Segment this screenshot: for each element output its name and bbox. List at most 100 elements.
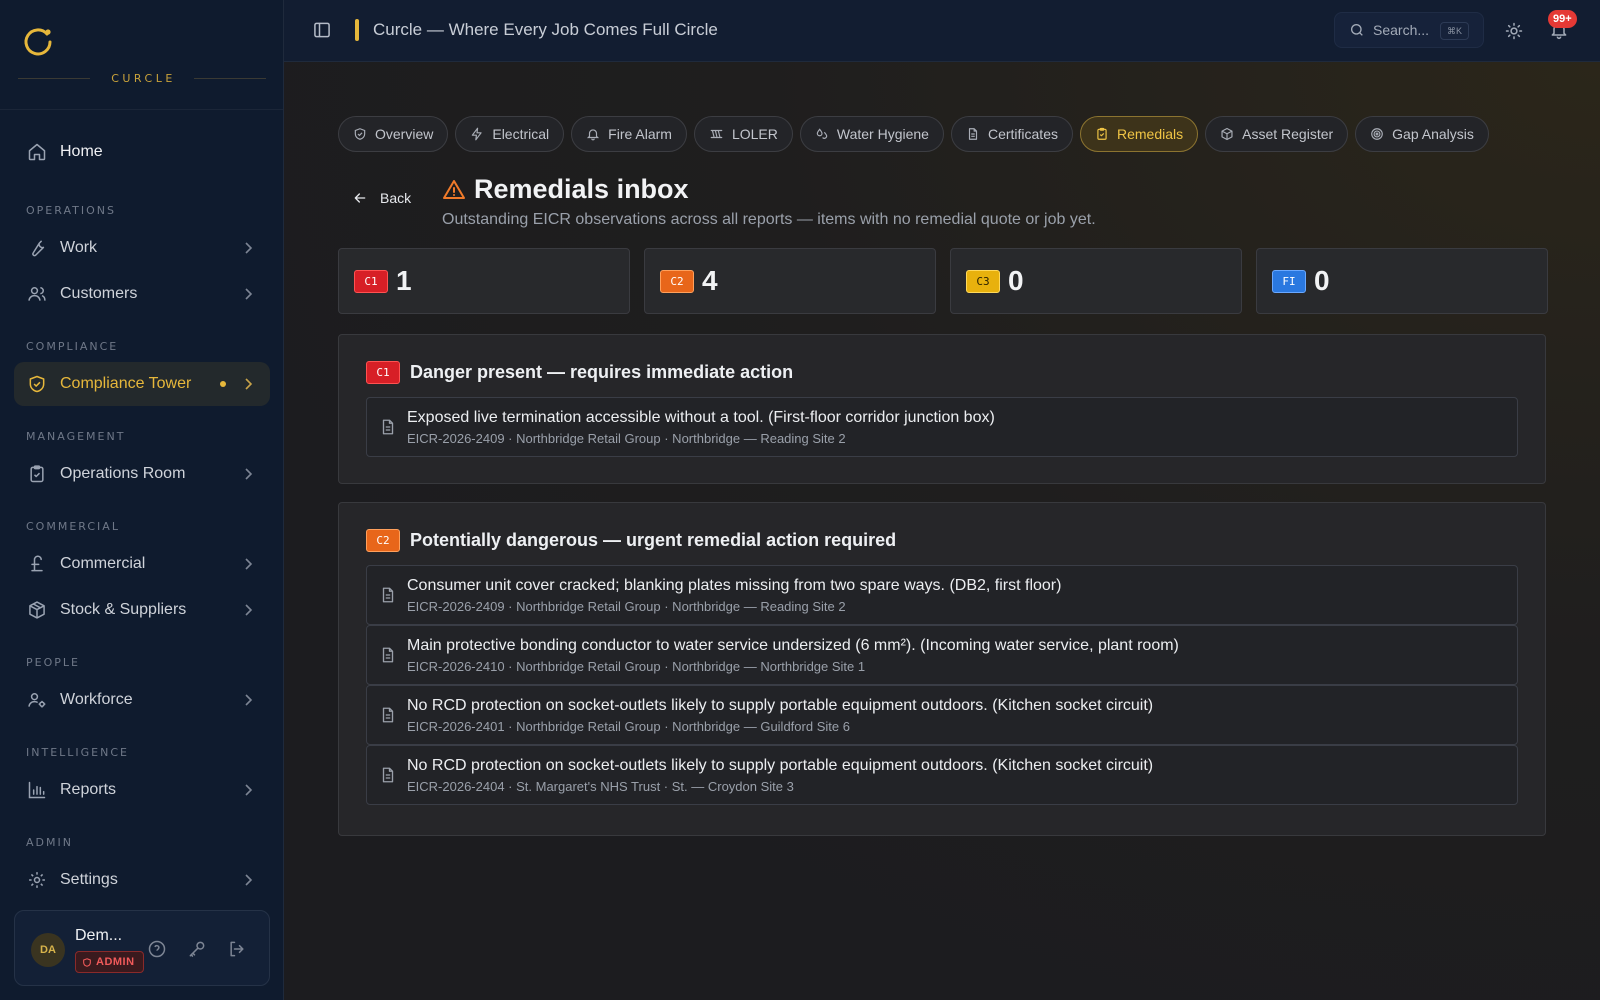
group-title: Potentially dangerous — urgent remedial …	[410, 530, 897, 550]
remedial-group-c1: C1 Danger present — requires immediate a…	[338, 334, 1546, 484]
package-icon	[26, 599, 48, 621]
back-button[interactable]: Back	[352, 190, 411, 206]
package-icon	[1221, 127, 1233, 141]
sidebar-item-label: Work	[60, 239, 98, 256]
stat-c1: C1 1	[338, 248, 630, 314]
sidebar-item-operations-room[interactable]: Operations Room	[14, 452, 270, 496]
zap-icon	[472, 127, 483, 141]
theme-toggle-sun-icon[interactable]	[1504, 21, 1524, 41]
stat-value: 1	[396, 265, 412, 296]
observation-text: Main protective bonding conductor to wat…	[407, 637, 1179, 654]
tab-asset-register[interactable]: Asset Register	[1205, 116, 1349, 152]
sidebar-item-commercial[interactable]: Commercial	[14, 542, 270, 586]
app-title: Curcle — Where Every Job Comes Full Circ…	[373, 20, 718, 39]
droplets-icon	[816, 128, 828, 139]
back-label: Back	[380, 190, 412, 206]
severity-code-badge: C2	[660, 269, 694, 293]
sidebar-item-label: Reports	[60, 781, 117, 798]
severity-code-badge: C3	[966, 269, 1000, 293]
users-icon	[26, 283, 48, 305]
curcle-logo[interactable]	[20, 24, 56, 60]
tab-electrical[interactable]: Electrical	[455, 116, 565, 152]
file-text-icon	[382, 647, 394, 663]
search-icon	[1351, 24, 1363, 36]
section-label-admin: ADMIN	[26, 836, 73, 849]
tab-label: Gap Analysis	[1392, 126, 1474, 142]
sidebar-item-stock-suppliers[interactable]: Stock & Suppliers	[14, 588, 270, 632]
severity-stats: C1 1 C2 4 C3 0 FI 0	[338, 248, 1548, 314]
page-title: Remedials inbox	[474, 174, 689, 204]
sidebar-item-work[interactable]: Work	[14, 226, 270, 270]
tab-overview[interactable]: Overview	[338, 116, 449, 152]
title-accent-bar	[355, 19, 359, 41]
list-item[interactable]: No RCD protection on socket-outlets like…	[366, 685, 1518, 745]
chevron-right-icon	[245, 694, 253, 706]
observation-text: Consumer unit cover cracked; blanking pl…	[407, 577, 1062, 594]
brand-divider-left	[18, 78, 91, 79]
file-text-icon	[382, 587, 394, 603]
tab-label: Overview	[375, 126, 434, 142]
shield-check-icon	[26, 373, 48, 395]
tab-water-hygiene[interactable]: Water Hygiene	[799, 116, 944, 152]
search-shortcut: ⌘K	[1439, 22, 1469, 40]
section-label-management: MANAGEMENT	[26, 430, 126, 443]
tab-loler[interactable]: LOLER	[693, 116, 793, 152]
sidebar-item-settings[interactable]: Settings	[14, 858, 270, 902]
role-label: ADMIN	[96, 956, 135, 968]
chevron-right-icon	[245, 558, 253, 570]
chevron-right-icon	[245, 468, 253, 480]
severity-code-badge: C1	[354, 269, 388, 293]
compliance-tabs: Overview Electrical Fire Alarm LOLER Wat…	[338, 116, 1489, 152]
tab-gap-analysis[interactable]: Gap Analysis	[1355, 116, 1489, 152]
tab-label: Electrical	[492, 126, 550, 142]
sidebar-item-workforce[interactable]: Workforce	[14, 678, 270, 722]
file-text-icon	[382, 419, 394, 435]
sidebar-nav: Home OPERATIONS Work Customers COMPLIANC…	[0, 130, 284, 902]
bell-icon	[587, 129, 600, 141]
tab-certificates[interactable]: Certificates	[950, 116, 1073, 152]
avatar[interactable]: DA	[31, 933, 65, 967]
sidebar-item-label: Workforce	[60, 691, 133, 708]
sidebar-item-label: Compliance Tower	[60, 375, 192, 392]
list-item[interactable]: Main protective bonding conductor to wat…	[366, 625, 1518, 685]
sidebar-item-compliance-tower[interactable]: Compliance Tower	[14, 362, 270, 406]
list-item[interactable]: Consumer unit cover cracked; blanking pl…	[366, 565, 1518, 625]
stat-value: 4	[702, 265, 718, 296]
section-label-operations: OPERATIONS	[26, 204, 116, 217]
pound-icon	[26, 553, 48, 575]
key-icon[interactable]	[187, 939, 207, 959]
stat-fi: FI 0	[1256, 248, 1548, 314]
group-title: Danger present — requires immediate acti…	[410, 362, 794, 382]
help-icon[interactable]	[147, 939, 167, 959]
observation-text: Exposed live termination accessible with…	[407, 409, 995, 426]
file-text-icon	[382, 707, 394, 723]
section-label-commercial: COMMERCIAL	[26, 520, 120, 533]
logout-icon[interactable]	[227, 939, 247, 959]
wrench-icon	[26, 237, 48, 259]
stat-c2: C2 4	[644, 248, 936, 314]
tab-remedials[interactable]: Remedials	[1079, 116, 1199, 152]
home-icon	[26, 141, 48, 163]
sidebar-item-home[interactable]: Home	[14, 130, 270, 174]
sidebar-item-label: Operations Room	[60, 465, 186, 482]
brand: CURCLE	[0, 0, 283, 110]
active-indicator-dot	[220, 381, 226, 387]
list-item[interactable]: No RCD protection on socket-outlets like…	[366, 745, 1518, 805]
sidebar-toggle-icon[interactable]	[312, 20, 332, 40]
list-item[interactable]: Exposed live termination accessible with…	[366, 397, 1518, 457]
observation-meta: EICR-2026-2401 · Northbridge Retail Grou…	[407, 719, 850, 734]
chevron-right-icon	[245, 874, 253, 886]
chevron-right-icon	[245, 242, 253, 254]
sidebar-item-reports[interactable]: Reports	[14, 768, 270, 812]
brand-name: CURCLE	[111, 72, 176, 85]
severity-code-badge: FI	[1272, 269, 1306, 293]
sidebar: CURCLE Home OPERATIONS Work Customers CO…	[0, 0, 284, 1000]
shield-icon	[83, 957, 91, 967]
tab-fire-alarm[interactable]: Fire Alarm	[571, 116, 687, 152]
observation-meta: EICR-2026-2410 · Northbridge Retail Grou…	[407, 659, 866, 674]
sidebar-item-label: Stock & Suppliers	[60, 601, 187, 618]
search-input[interactable]: Search... ⌘K	[1334, 12, 1484, 48]
sidebar-item-customers[interactable]: Customers	[14, 272, 270, 316]
chevron-right-icon	[245, 288, 253, 300]
stat-value: 0	[1314, 265, 1330, 296]
